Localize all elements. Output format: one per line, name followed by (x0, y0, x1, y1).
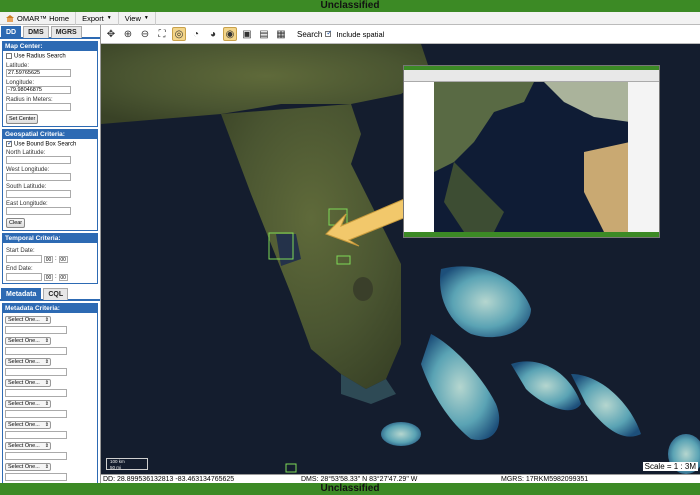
menu-bar: OMAR™ Home Export ▼ View ▼ (0, 11, 700, 25)
metadata-value-input[interactable] (5, 410, 67, 419)
chevron-down-icon: ▼ (143, 14, 149, 21)
end-hour-input[interactable]: 00 (44, 273, 53, 281)
scale-readout: Scale = 1 : 3M (642, 462, 698, 471)
metadata-value-input[interactable] (5, 473, 67, 482)
start-hour-input[interactable]: 00 (44, 255, 53, 263)
metadata-value-input[interactable] (5, 347, 67, 356)
tab-dms[interactable]: DMS (23, 26, 49, 38)
radius-search-label: Use Radius Search (14, 53, 66, 60)
metadata-title: Metadata Criteria: (3, 304, 97, 314)
metadata-select[interactable]: Select One... (5, 421, 51, 430)
radius-label: Radius in Meters: (6, 96, 53, 103)
menu-home-label: OMAR™ Home (17, 13, 70, 23)
include-spatial-checkbox[interactable] (325, 29, 332, 37)
menu-home[interactable]: OMAR™ Home (0, 11, 77, 25)
metadata-value-input[interactable] (5, 389, 67, 398)
geospatial-title: Geospatial Criteria: (3, 129, 97, 139)
map-view[interactable]: 100 km 50 mi Scale = 1 : 3M (101, 44, 700, 474)
metadata-select[interactable]: Select One... (5, 379, 51, 388)
menu-view-label: View (124, 13, 141, 23)
inset-screenshot (403, 65, 660, 238)
layers-icon[interactable]: ▤ (257, 27, 271, 41)
zoom-box-icon[interactable]: ◎ (172, 27, 186, 41)
start-date-label: Start Date: (6, 248, 35, 255)
start-minute-input[interactable]: 00 (58, 255, 68, 263)
print-icon[interactable]: ▦ (274, 27, 288, 41)
metadata-value-input[interactable] (5, 431, 67, 440)
metadata-value-input[interactable] (5, 452, 67, 461)
metadata-select[interactable]: Select One... (5, 337, 51, 346)
east-lon-input[interactable] (6, 207, 71, 216)
metadata-select[interactable]: Select One... (5, 400, 51, 409)
metadata-select[interactable]: Select One... (5, 463, 51, 472)
measure-icon[interactable]: ◉ (223, 27, 237, 41)
set-center-button[interactable]: Set Center (6, 113, 39, 124)
menu-export[interactable]: Export ▼ (76, 11, 119, 25)
start-date-input[interactable] (6, 255, 42, 264)
zoom-next-icon[interactable]: ◕ (206, 27, 220, 41)
metadata-value-input[interactable] (5, 368, 67, 377)
radius-search-checkbox[interactable] (6, 53, 12, 59)
classification-banner-top: Unclassified (0, 0, 700, 12)
zoom-extent-icon[interactable]: ⛶ (155, 27, 169, 41)
west-lon-input[interactable] (6, 173, 71, 182)
tab-metadata[interactable]: Metadata (1, 288, 42, 301)
bbox-search-label: Use Bound Box Search (14, 141, 77, 148)
include-spatial-label: Include spatial (336, 29, 385, 39)
south-lat-input[interactable] (6, 190, 71, 199)
radius-input[interactable] (6, 102, 71, 111)
map-center-title: Map Center: (3, 42, 97, 51)
pan-icon[interactable]: ✥ (104, 27, 118, 41)
metadata-panel: Metadata Criteria: Select One... Select … (2, 303, 98, 483)
coordinate-status-bar: DD: 28.899536132813 -83.463134765625 DMS… (101, 474, 700, 483)
scale-bar: 100 km 50 mi (106, 458, 148, 470)
tab-dd[interactable]: DD (1, 26, 22, 38)
zoom-in-icon[interactable]: ⊕ (121, 27, 135, 41)
temporal-title: Temporal Criteria: (3, 234, 97, 244)
bbox-search-checkbox[interactable] (6, 139, 13, 147)
temporal-panel: Temporal Criteria: Start Date: 00:00 End… (2, 233, 98, 285)
coord-tabs: DD DMS MGRS (0, 25, 100, 39)
draw-box-icon[interactable]: ▣ (240, 27, 254, 41)
chevron-down-icon: ▼ (106, 14, 112, 21)
search-label[interactable]: Search (297, 30, 322, 39)
map-center-panel: Map Center: Use Radius Search Latitude: … (2, 41, 98, 127)
end-date-label: End Date: (6, 266, 33, 273)
tab-mgrs[interactable]: MGRS (50, 26, 82, 38)
metadata-value-input[interactable] (5, 326, 67, 335)
scale-bar-mi: 50 mi (110, 465, 122, 470)
search-sidebar: DD DMS MGRS Map Center: Use Radius Searc… (0, 25, 101, 483)
home-icon (6, 14, 14, 22)
inset-map-imagery (434, 82, 630, 232)
north-lat-input[interactable] (6, 156, 71, 165)
metadata-select[interactable]: Select One... (5, 316, 51, 325)
end-date-input[interactable] (6, 273, 42, 282)
metadata-tabs: Metadata CQL (0, 287, 100, 302)
zoom-out-icon[interactable]: ⊖ (138, 27, 152, 41)
map-toolbar: ✥ ⊕ ⊖ ⛶ ◎ ◔ ◕ ◉ ▣ ▤ ▦ Search Include spa… (101, 25, 700, 44)
clear-button[interactable]: Clear (6, 218, 26, 229)
geospatial-panel: Geospatial Criteria: Use Bound Box Searc… (2, 128, 98, 232)
zoom-previous-icon[interactable]: ◔ (189, 27, 203, 41)
menu-export-label: Export (82, 13, 104, 23)
menu-view[interactable]: View ▼ (119, 11, 156, 25)
end-minute-input[interactable]: 00 (58, 273, 68, 281)
latitude-input[interactable]: 27.59765625 (6, 68, 71, 77)
longitude-input[interactable]: -79.98046875 (6, 85, 71, 94)
classification-banner-bottom: Unclassified (0, 483, 700, 495)
tab-cql[interactable]: CQL (43, 288, 69, 301)
metadata-select[interactable]: Select One... (5, 358, 51, 367)
metadata-select[interactable]: Select One... (5, 442, 51, 451)
